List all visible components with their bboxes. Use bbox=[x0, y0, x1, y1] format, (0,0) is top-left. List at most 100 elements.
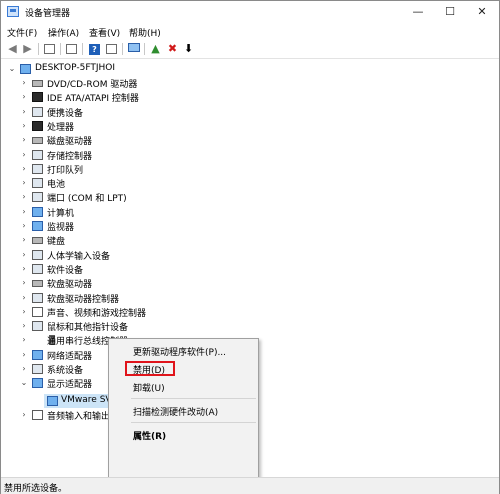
toolbar-separator bbox=[82, 43, 83, 55]
tree-item[interactable]: › 便携设备 bbox=[1, 105, 301, 119]
expand-arrow-icon[interactable]: › bbox=[19, 190, 29, 204]
tree-item[interactable]: › 声音、视频和游戏控制器 bbox=[1, 305, 301, 319]
portable-device-icon bbox=[32, 106, 43, 117]
uninstall-icon[interactable]: ✖ bbox=[165, 42, 180, 56]
software-device-icon bbox=[32, 263, 43, 274]
context-menu: 更新驱动程序软件(P)... 禁用(D) 卸载(U) 扫描检测硬件改动(A) 属… bbox=[108, 338, 259, 493]
expand-arrow-icon[interactable]: › bbox=[19, 119, 29, 133]
computer-icon bbox=[32, 206, 43, 217]
toolbar-separator bbox=[60, 43, 61, 55]
speaker-icon bbox=[32, 306, 43, 317]
tree-item[interactable]: › 磁盘驱动器 bbox=[1, 133, 301, 147]
expand-arrow-icon[interactable]: › bbox=[19, 319, 29, 333]
tree-item-label: 软盘驱动器 bbox=[47, 280, 93, 291]
close-button[interactable]: ✕ bbox=[467, 1, 497, 23]
ctx-separator bbox=[131, 398, 256, 399]
tree-item[interactable]: › 计算机 bbox=[1, 205, 301, 219]
tree-item-label: 计算机 bbox=[47, 208, 75, 219]
menu-action[interactable]: 操作(A) bbox=[48, 26, 79, 39]
expand-arrow-icon[interactable]: › bbox=[19, 105, 29, 119]
properties-icon[interactable] bbox=[42, 42, 57, 56]
root-label: DESKTOP-5FTJHOI bbox=[35, 63, 115, 73]
expand-arrow-icon[interactable]: › bbox=[19, 333, 29, 347]
expand-arrow-icon[interactable]: › bbox=[19, 262, 29, 276]
expand-arrow-icon[interactable]: › bbox=[19, 348, 29, 362]
ctx-uninstall[interactable]: 卸载(U) bbox=[109, 377, 258, 395]
help-icon[interactable]: ? bbox=[87, 42, 102, 56]
expand-arrow-icon[interactable]: › bbox=[19, 408, 29, 422]
resources-icon[interactable] bbox=[104, 42, 119, 56]
tree-item-label: 处理器 bbox=[47, 122, 75, 133]
tree-item-label: 软盘驱动器控制器 bbox=[47, 294, 120, 305]
tree-item[interactable]: › 打印队列 bbox=[1, 162, 301, 176]
display-adapter-icon bbox=[32, 378, 43, 389]
tree-item-label: 键盘 bbox=[47, 237, 66, 248]
back-icon[interactable]: ◀ bbox=[5, 42, 20, 56]
menu-file[interactable]: 文件(F) bbox=[7, 26, 37, 39]
processor-icon bbox=[32, 120, 43, 131]
expand-arrow-icon[interactable]: › bbox=[19, 233, 29, 247]
tree-item[interactable]: › 人体学输入设备 bbox=[1, 248, 301, 262]
forward-icon[interactable]: ▶ bbox=[20, 42, 35, 56]
expand-arrow-icon[interactable]: › bbox=[19, 133, 29, 147]
window-title: 设备管理器 bbox=[25, 9, 71, 19]
expand-arrow-icon[interactable]: › bbox=[19, 162, 29, 176]
tree-item[interactable]: › IDE ATA/ATAPI 控制器 bbox=[1, 90, 301, 104]
tree-item-label: 系统设备 bbox=[47, 366, 84, 376]
printer-icon bbox=[32, 163, 43, 174]
mouse-icon bbox=[32, 321, 43, 332]
audio-io-label: 音频输入和输出 bbox=[47, 412, 111, 422]
tree-item[interactable]: › 监视器 bbox=[1, 219, 301, 233]
ctx-scan-hardware[interactable]: 扫描检测硬件改动(A) bbox=[109, 401, 258, 419]
ctx-disable[interactable]: 禁用(D) bbox=[109, 359, 258, 377]
tree-item[interactable]: › 软盘驱动器 bbox=[1, 276, 301, 290]
floppy-drive-icon bbox=[32, 280, 43, 288]
collapse-arrow-icon[interactable]: ⌄ bbox=[19, 376, 29, 390]
maximize-button[interactable]: ☐ bbox=[435, 1, 465, 23]
tree-item-label: DVD/CD-ROM 驱动器 bbox=[47, 80, 138, 90]
expand-arrow-icon[interactable]: › bbox=[19, 291, 29, 305]
toolbar-separator bbox=[38, 43, 39, 55]
disable-icon[interactable]: ⬇ bbox=[181, 42, 196, 56]
expand-arrow-icon[interactable]: › bbox=[19, 148, 29, 162]
menu-help[interactable]: 帮助(H) bbox=[129, 26, 161, 39]
toolbar-separator bbox=[122, 43, 123, 55]
tree-root[interactable]: ⌄ DESKTOP-5FTJHOI bbox=[1, 62, 301, 76]
expand-arrow-icon[interactable]: › bbox=[19, 362, 29, 376]
tree-item-label: 存储控制器 bbox=[47, 151, 93, 162]
disk-drive-icon bbox=[32, 137, 43, 145]
update-driver-icon[interactable]: ▲ bbox=[148, 42, 163, 56]
tree-item[interactable]: › DVD/CD-ROM 驱动器 bbox=[1, 76, 301, 90]
tree-item[interactable]: › 存储控制器 bbox=[1, 148, 301, 162]
toolbar-separator bbox=[144, 43, 145, 55]
menu-view[interactable]: 查看(V) bbox=[89, 26, 120, 39]
tree-item[interactable]: › 软件设备 bbox=[1, 262, 301, 276]
expand-arrow-icon[interactable]: › bbox=[19, 90, 29, 104]
expand-arrow-icon[interactable]: › bbox=[19, 276, 29, 290]
tree-item[interactable]: › 电池 bbox=[1, 176, 301, 190]
ctx-update-driver[interactable]: 更新驱动程序软件(P)... bbox=[109, 341, 258, 359]
expand-arrow-icon[interactable]: › bbox=[19, 305, 29, 319]
status-text: 禁用所选设备。 bbox=[4, 484, 68, 494]
expand-arrow-icon[interactable]: › bbox=[19, 219, 29, 233]
tree-item[interactable]: › 软盘驱动器控制器 bbox=[1, 291, 301, 305]
expand-arrow-icon[interactable]: › bbox=[19, 248, 29, 262]
expand-arrow-icon[interactable]: › bbox=[19, 205, 29, 219]
tree-item[interactable]: › 处理器 bbox=[1, 119, 301, 133]
scan-hardware-icon[interactable] bbox=[126, 42, 141, 56]
dvd-drive-icon bbox=[32, 80, 43, 87]
minimize-button[interactable]: — bbox=[403, 1, 433, 23]
collapse-arrow-icon[interactable]: ⌄ bbox=[7, 62, 17, 76]
expand-arrow-icon[interactable]: › bbox=[19, 76, 29, 90]
menu-bar: 文件(F) 操作(A) 查看(V) 帮助(H) bbox=[1, 24, 499, 40]
floppy-controller-icon bbox=[32, 292, 43, 303]
tree-item[interactable]: › 键盘 bbox=[1, 233, 301, 247]
expand-arrow-icon[interactable]: › bbox=[19, 176, 29, 190]
tree-item[interactable]: › 端口 (COM 和 LPT) bbox=[1, 190, 301, 204]
tree-item-label: 显示适配器 bbox=[47, 380, 93, 391]
keyboard-icon bbox=[32, 237, 43, 245]
list-view-icon[interactable] bbox=[64, 42, 79, 56]
tree-item[interactable]: › 鼠标和其他指针设备 bbox=[1, 319, 301, 333]
ctx-properties[interactable]: 属性(R) bbox=[109, 425, 258, 443]
battery-icon bbox=[32, 178, 43, 189]
